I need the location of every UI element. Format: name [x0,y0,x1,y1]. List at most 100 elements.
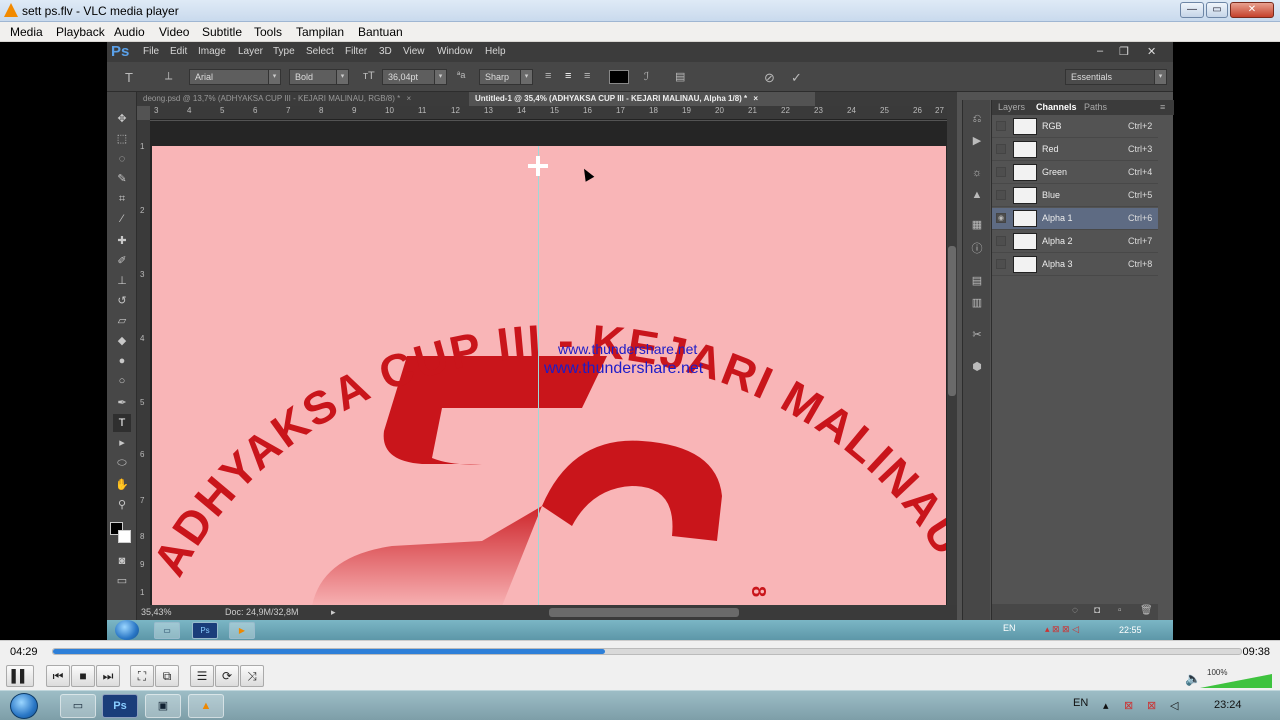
menu-tools[interactable]: Tools [254,25,282,39]
font-size-select[interactable]: 36,04pt ▾ [382,69,447,85]
text-tool-icon[interactable]: T [125,70,133,85]
ps-menu-image[interactable]: Image [198,46,226,57]
cancel-icon[interactable]: ⊘ [764,70,775,86]
ps-close-icon[interactable]: ✕ [1147,45,1156,58]
healing-brush-icon[interactable]: ✚ [113,232,131,250]
document-canvas[interactable]: ADHYAKSA CUP III - KEJARI MALINAU 8 www.… [152,146,946,605]
ps-menu-help[interactable]: Help [485,46,506,57]
ps-minimize-icon[interactable]: – [1097,45,1103,57]
eraser-icon[interactable]: ▱ [113,312,131,330]
vertical-guide-line[interactable] [538,146,539,605]
status-arrow-icon[interactable]: ▸ [331,607,336,618]
channel-row-alpha-2[interactable]: Alpha 2 Ctrl+7 [992,231,1158,253]
next-button[interactable]: ⏭ [96,665,120,687]
show-hidden-icons[interactable]: ▴ [1103,699,1109,712]
clock[interactable]: 23:24 [1214,699,1242,711]
ps-menu-type[interactable]: Type [273,46,295,57]
menu-bantuan[interactable]: Bantuan [358,25,403,39]
ps-menu-layer[interactable]: Layer [238,46,263,57]
channel-row-rgb[interactable]: RGB Ctrl+2 [992,116,1158,138]
channel-row-red[interactable]: Red Ctrl+3 [992,139,1158,161]
align-center-icon[interactable]: ≡ [565,70,571,82]
history-panel-icon[interactable]: ⎌ [970,112,984,126]
tab-paths[interactable]: Paths [1084,102,1107,112]
network-icon[interactable]: ⊠ [1124,699,1133,712]
styles-panel-icon[interactable]: ▲ [970,188,984,202]
actions-panel-icon[interactable]: ▶ [970,134,984,148]
quick-select-icon[interactable]: ✎ [113,170,131,188]
speaker-icon[interactable]: 🔈 [1185,671,1201,687]
menu-video[interactable]: Video [159,25,189,39]
extended-settings-button[interactable]: ⧉ [155,665,179,687]
adjustments-panel-icon[interactable]: ☼ [970,166,984,180]
new-channel-icon[interactable]: ▫ [1118,605,1122,616]
seek-bar[interactable] [52,648,1242,655]
layer-comps-icon[interactable]: ▤ [970,274,984,288]
channel-row-alpha-1[interactable]: ◉ Alpha 1 Ctrl+6 [992,208,1158,230]
app-taskbar-icon[interactable]: ▣ [145,694,181,718]
text-orientation-icon[interactable]: ⟂ [165,70,172,83]
vlc-taskbar-icon[interactable]: ▲ [188,694,224,718]
ps-menu-view[interactable]: View [403,46,425,57]
maximize-button[interactable]: ▭ [1206,2,1228,18]
save-selection-icon[interactable]: ◘ [1094,605,1100,616]
volume-tray-icon[interactable]: ◁ [1170,699,1178,712]
horizontal-scrollbar-thumb[interactable] [549,608,739,617]
3d-panel-icon[interactable]: ⬢ [970,360,984,374]
hand-tool-icon[interactable]: ✋ [113,476,131,494]
volume-slider[interactable] [1200,674,1272,688]
tab-close-icon[interactable]: × [753,94,758,103]
delete-channel-icon[interactable]: 🗑 [1140,605,1153,616]
start-button[interactable] [10,693,38,719]
playlist-button[interactable]: ☰ [190,665,214,687]
menu-media[interactable]: Media [10,25,43,39]
brush-tool-icon[interactable]: ✐ [113,252,131,270]
blur-tool-icon[interactable]: ● [113,352,131,370]
font-style-select[interactable]: Bold ▾ [289,69,349,85]
menu-subtitle[interactable]: Subtitle [202,25,242,39]
font-family-select[interactable]: Arial ▾ [189,69,281,85]
channel-row-alpha-3[interactable]: Alpha 3 Ctrl+8 [992,254,1158,276]
tab-layers[interactable]: Layers [998,102,1025,112]
align-left-icon[interactable]: ≡ [545,70,551,82]
tab-channels[interactable]: Channels [1036,102,1077,112]
total-time[interactable]: 09:38 [1242,646,1270,658]
scrollbar-thumb[interactable] [948,246,956,396]
background-color-swatch[interactable] [118,530,131,543]
path-select-icon[interactable]: ▸ [113,434,131,452]
character-panel-icon[interactable]: ▤ [675,70,685,83]
close-button[interactable]: ✕ [1230,2,1274,18]
text-color-swatch[interactable] [609,70,629,84]
tab-close-icon[interactable]: × [407,94,412,103]
paint-bucket-icon[interactable]: ◆ [113,332,131,350]
tab-deong[interactable]: deong.psd @ 13,7% (ADHYAKSA CUP III - KE… [137,92,467,106]
eyedropper-icon[interactable]: ⁄ [113,210,131,228]
visibility-icon[interactable] [996,121,1006,131]
panel-menu-icon[interactable]: ≡ [1160,102,1165,112]
input-language[interactable]: EN [1073,697,1088,709]
action-center-icon[interactable]: ⊠ [1147,699,1156,712]
screen-mode-icon[interactable]: ▭ [113,572,131,590]
zoom-level[interactable]: 35,43% [141,607,172,617]
ps-menu-select[interactable]: Select [306,46,334,57]
channel-row-green[interactable]: Green Ctrl+4 [992,162,1158,184]
history-brush-icon[interactable]: ↺ [113,292,131,310]
marquee-tool-icon[interactable]: ⬚ [113,130,131,148]
menu-audio[interactable]: Audio [114,25,145,39]
align-right-icon[interactable]: ≡ [584,70,590,82]
notes-panel-icon[interactable]: ▥ [970,296,984,310]
explorer-taskbar-icon[interactable]: ▭ [60,694,96,718]
load-selection-icon[interactable]: ◌ [1072,605,1078,616]
dodge-tool-icon[interactable]: ○ [113,372,131,390]
shuffle-button[interactable]: ⤨ [240,665,264,687]
minimize-button[interactable]: — [1180,2,1204,18]
visibility-icon[interactable] [996,144,1006,154]
stop-button[interactable]: ■ [71,665,95,687]
visibility-icon[interactable] [996,167,1006,177]
pen-tool-icon[interactable]: ✒ [113,394,131,412]
visibility-icon[interactable] [996,190,1006,200]
ps-restore-icon[interactable]: ❐ [1119,45,1129,58]
ps-menu-window[interactable]: Window [437,46,473,57]
crop-tool-icon[interactable]: ⌗ [113,190,131,208]
previous-button[interactable]: ⏮ [46,665,70,687]
